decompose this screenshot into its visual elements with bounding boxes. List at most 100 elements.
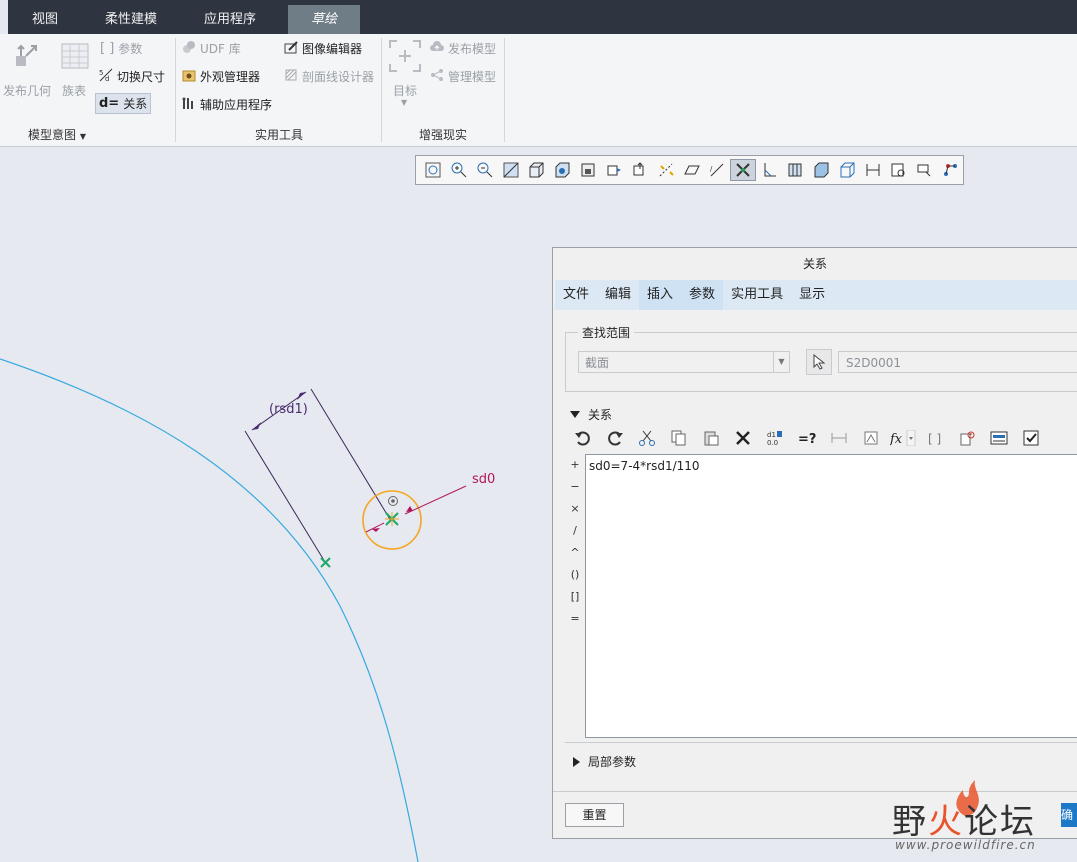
relations-editor[interactable]: sd0=7-4*rsd1/110 [585, 454, 1077, 738]
svg-text:0.0: 0.0 [767, 439, 778, 446]
undo-icon[interactable] [567, 426, 599, 450]
operator-equals[interactable]: = [566, 608, 584, 630]
menu-insert[interactable]: 插入 [639, 280, 682, 310]
relations-icon: d= [99, 96, 120, 111]
paste-icon[interactable] [695, 426, 727, 450]
svg-text:5: 5 [99, 69, 103, 77]
menu-file[interactable]: 文件 [555, 280, 597, 310]
target-icon [389, 40, 421, 75]
menu-show[interactable]: 显示 [791, 280, 833, 310]
insert-function-icon[interactable]: fx [887, 426, 919, 450]
dimension-label-rsd1[interactable]: (rsd1) [269, 402, 308, 417]
manage-model-button[interactable]: 管理模型 [430, 68, 496, 85]
redo-icon[interactable] [599, 426, 631, 450]
sketch-arc [0, 358, 419, 862]
operator-brackets[interactable]: [] [566, 586, 584, 608]
relations-dialog: 关系 文件 编辑 插入 参数 实用工具 显示 查找范围 截面 ▼ S2D0001 … [552, 247, 1077, 839]
udf-library-icon [182, 40, 196, 57]
operator-divide[interactable]: / [566, 520, 584, 542]
udf-library-button[interactable]: UDF 库 [182, 40, 241, 57]
watermark-url: www.proewildfire.cn [895, 838, 1036, 852]
publish-model-label: 发布模型 [448, 42, 497, 56]
evaluate-icon[interactable]: =? [791, 426, 823, 450]
menu-utilities[interactable]: 实用工具 [723, 280, 791, 310]
ribbon-tab-bar: 视图 柔性建模 应用程序 草绘 [0, 0, 1077, 34]
dimension-label-sd0[interactable]: sd0 [472, 472, 495, 487]
parameters-button[interactable]: [ ] 参数 [100, 40, 142, 57]
local-parameters-icon[interactable] [983, 426, 1015, 450]
cursor-arrow-icon [813, 354, 826, 370]
menu-edit[interactable]: 编辑 [597, 280, 639, 310]
expand-triangle-icon [573, 756, 580, 767]
copy-icon[interactable] [663, 426, 695, 450]
svg-text:d1: d1 [767, 431, 776, 439]
family-table-button[interactable]: 族表 [62, 82, 86, 99]
window-edge [0, 0, 8, 34]
operator-plus[interactable]: + [566, 454, 584, 476]
group-separator [504, 38, 505, 142]
menu-parameters[interactable]: 参数 [681, 280, 724, 310]
tab-view[interactable]: 视图 [15, 5, 75, 34]
insert-parameter-icon[interactable]: [ ] [919, 426, 951, 450]
section-id-field[interactable]: S2D0001 [838, 351, 1077, 373]
look-in-group: 查找范围 截面 ▼ S2D0001 [565, 324, 1077, 392]
watermark: 野火论坛 www.proewildfire.cn [892, 778, 1077, 862]
relations-toolbar: d1 0.0 =? fx [ ] [567, 426, 1047, 450]
auxiliary-apps-button[interactable]: 辅助应用程序 [182, 96, 272, 113]
reset-button[interactable]: 重置 [565, 803, 624, 827]
dimension-rsd1-lines [244, 388, 392, 563]
relations-button[interactable]: d= 关系 [95, 93, 152, 114]
tab-sketch[interactable]: 草绘 [288, 5, 360, 34]
publish-geometry-button[interactable]: 发布几何 [3, 82, 51, 99]
operator-parentheses[interactable]: () [566, 564, 584, 586]
unit-sensitivity-icon[interactable] [951, 426, 983, 450]
dimension-toggle-icon: 5d [99, 68, 113, 85]
arc-point-marker [320, 557, 331, 568]
image-editor-label: 图像编辑器 [302, 42, 363, 56]
group-model-intent[interactable]: 模型意图 ▼ [28, 126, 86, 143]
group-separator [381, 38, 382, 142]
collapse-triangle-icon [570, 411, 580, 418]
publish-geometry-icon [12, 42, 40, 73]
dialog-menubar: 文件 编辑 插入 参数 实用工具 显示 [555, 280, 1077, 310]
operator-multiply[interactable]: × [566, 498, 584, 520]
show-dimension-icon[interactable] [823, 426, 855, 450]
xsection-designer-button[interactable]: 剖面线设计器 [284, 68, 374, 85]
cut-icon[interactable] [631, 426, 663, 450]
tab-flexible-modeling[interactable]: 柔性建模 [93, 5, 169, 34]
operator-minus[interactable]: − [566, 476, 584, 498]
select-pointer-button[interactable] [806, 349, 832, 375]
relation-line[interactable]: sd0=7-4*rsd1/110 [589, 459, 1075, 473]
delete-icon[interactable] [727, 426, 759, 450]
brackets-icon: [ ] [100, 41, 115, 56]
toggle-dimensions-button[interactable]: 5d 切换尺寸 [99, 68, 165, 85]
group-utilities: 实用工具 [255, 128, 304, 142]
appearance-manager-button[interactable]: 外观管理器 [182, 68, 260, 85]
toggle-values-icon[interactable]: d1 0.0 [759, 426, 791, 450]
publish-model-button[interactable]: 发布模型 [430, 40, 496, 57]
parameters-label: 参数 [118, 42, 143, 56]
sort-relations-icon[interactable] [855, 426, 887, 450]
xsection-designer-icon [284, 68, 298, 85]
toggle-dimensions-label: 切换尺寸 [117, 70, 166, 84]
look-in-select[interactable]: 截面 ▼ [578, 351, 790, 373]
look-in-legend: 查找范围 [578, 324, 635, 341]
image-editor-icon [284, 40, 298, 57]
tab-applications[interactable]: 应用程序 [191, 5, 269, 34]
target-button[interactable]: 目标 [393, 82, 417, 99]
sd0-leader [404, 485, 467, 515]
image-editor-button[interactable]: 图像编辑器 [284, 40, 362, 57]
target-dropdown-icon[interactable]: ▼ [401, 98, 407, 107]
group-separator [175, 38, 176, 142]
xsection-designer-label: 剖面线设计器 [302, 70, 375, 84]
auxiliary-apps-icon [182, 96, 196, 113]
ribbon: 发布几何 族表 [ ] 参数 5d 切换尺寸 d= 关系 模型意图 ▼ UDF 库 … [0, 34, 1077, 147]
local-parameters-toggle[interactable]: 局部参数 [573, 753, 636, 770]
verify-relations-icon[interactable] [1015, 426, 1047, 450]
watermark-brand: 野火论坛 [892, 802, 1036, 842]
svg-text:=?: =? [798, 432, 816, 446]
relations-section-toggle[interactable]: 关系 [570, 406, 612, 423]
appearance-manager-label: 外观管理器 [200, 70, 261, 84]
operator-power[interactable]: ^ [566, 542, 584, 564]
chevron-down-icon: ▼ [773, 352, 789, 372]
